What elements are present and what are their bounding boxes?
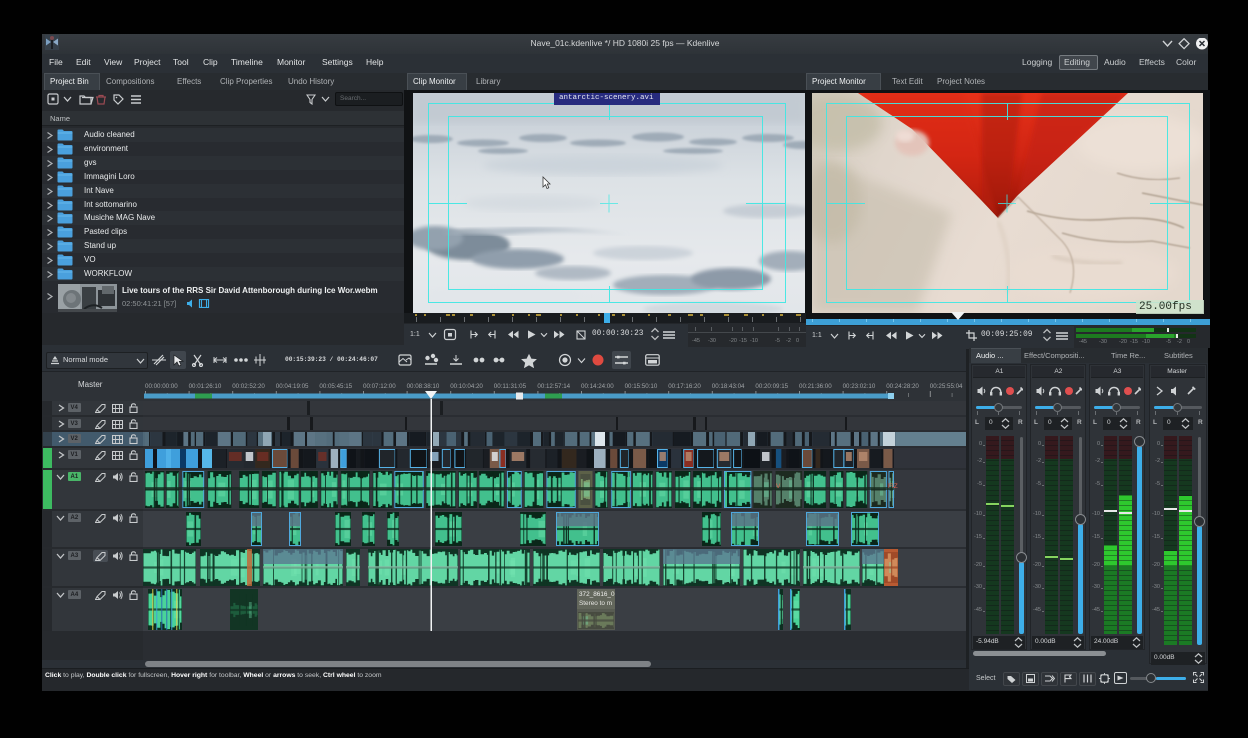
svg-text:00:07:12:00: 00:07:12:00 (363, 383, 396, 390)
svg-text:00:20:09:15: 00:20:09:15 (755, 383, 788, 390)
svg-text:00:12:57:14: 00:12:57:14 (537, 383, 570, 390)
svg-text:00:02:52:20: 00:02:52:20 (232, 383, 265, 390)
svg-text:00:21:36:00: 00:21:36:00 (799, 383, 832, 390)
svg-text:00:15:50:10: 00:15:50:10 (625, 383, 658, 390)
svg-text:00:18:43:04: 00:18:43:04 (712, 383, 745, 390)
svg-text:00:08:38:10: 00:08:38:10 (407, 383, 440, 390)
svg-text:V: V (776, 483, 781, 490)
svg-text:00:24:28:20: 00:24:28:20 (886, 383, 919, 390)
svg-text:00:14:24:00: 00:14:24:00 (581, 383, 614, 390)
svg-text:00:25:55:04: 00:25:55:04 (930, 383, 963, 390)
svg-text:00:05:45:15: 00:05:45:15 (319, 383, 352, 390)
svg-text:00:17:16:20: 00:17:16:20 (668, 383, 701, 390)
svg-text:00:10:04:20: 00:10:04:20 (450, 383, 483, 390)
svg-text:00:00:00:00: 00:00:00:00 (145, 383, 178, 390)
svg-text:FIZ: FIZ (888, 483, 898, 490)
svg-text:372_8616_0: 372_8616_0 (579, 591, 615, 598)
svg-text:00:23:02:10: 00:23:02:10 (843, 383, 876, 390)
svg-text:00:01:26:10: 00:01:26:10 (189, 383, 222, 390)
svg-text:00:04:19:05: 00:04:19:05 (276, 383, 309, 390)
svg-text:Stereo to m: Stereo to m (579, 600, 612, 607)
svg-text:00:11:31:05: 00:11:31:05 (494, 383, 527, 390)
